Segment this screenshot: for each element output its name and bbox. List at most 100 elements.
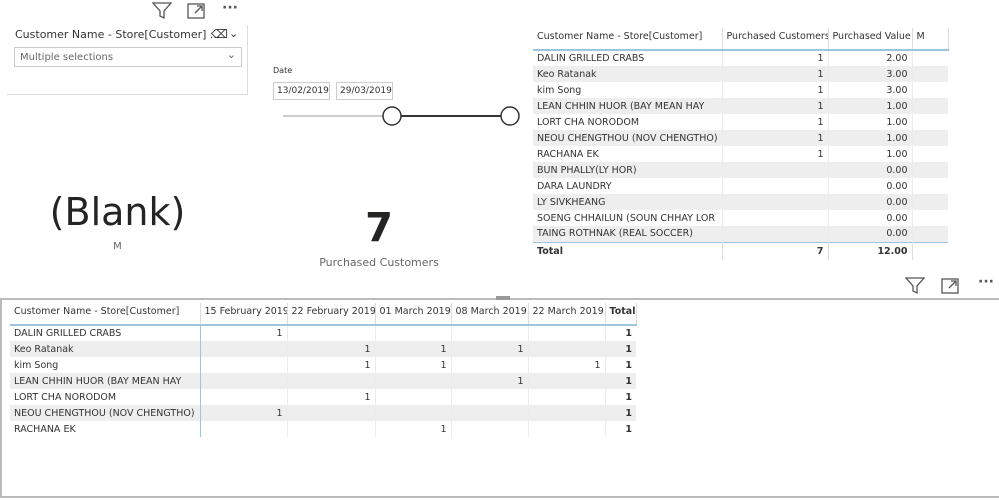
table-row: DALIN GRILLED CRABS 1 2.00 <box>533 50 948 66</box>
table-cell <box>912 50 948 66</box>
matrix-cell: 1 <box>528 357 606 373</box>
matrix-column-header[interactable]: Customer Name - Store[Customer] <box>10 303 201 326</box>
focus-mode-icon[interactable] <box>187 2 205 23</box>
matrix-cell: 1 <box>375 357 452 373</box>
table-cell: 1 <box>722 146 829 162</box>
date-end-input[interactable]: 29/03/2019 <box>336 82 393 100</box>
customer-slicer: Customer Name - Store[Customer] ... ⌫ ⌄ … <box>7 25 248 95</box>
matrix-cell <box>528 341 606 357</box>
matrix-cell: 1 <box>287 389 376 405</box>
table-cell: 3.00 <box>828 66 913 82</box>
table-cell: 1.00 <box>828 114 913 130</box>
matrix-cell: 1 <box>625 391 632 403</box>
matrix-cell: 1 <box>625 423 632 435</box>
matrix-cell <box>528 389 606 405</box>
table-cell <box>912 162 948 178</box>
column-header[interactable]: M <box>912 28 949 51</box>
total-cell: Total <box>533 241 723 260</box>
column-header[interactable]: Purchased Customers <box>722 28 829 51</box>
matrix-table: Customer Name - Store[Customer] 15 Februa… <box>10 303 637 437</box>
matrix-cell <box>528 421 606 437</box>
matrix-cell: 1 <box>287 341 376 357</box>
matrix-cell: LEAN CHHIN HUOR (BAY MEAN HAY <box>10 373 201 389</box>
matrix-cell: 1 <box>451 373 529 389</box>
table-cell: TAING ROTHNAK (REAL SOCCER) <box>533 226 723 242</box>
table-row: LY SIVKHEANG 0.00 <box>533 194 948 210</box>
table-row: RACHANA EK 1 1.00 <box>533 146 948 162</box>
table-row: LEAN CHHIN HUOR (BAY MEAN HAY 1 1.00 <box>533 98 948 114</box>
table-row: BUN PHALLY(LY HOR) 0.00 <box>533 162 948 178</box>
slider-handle-end[interactable] <box>500 106 520 126</box>
customers-card-value: 7 <box>365 205 393 251</box>
resize-handle[interactable] <box>496 296 510 300</box>
table-row: LORT CHA NORODOM 1 1.00 <box>533 114 948 130</box>
matrix-cell <box>200 389 288 405</box>
matrix-row: NEOU CHENGTHOU (NOV CHENGTHO) 1 1 <box>10 405 636 421</box>
date-range-slider[interactable] <box>280 105 520 129</box>
date-start-input[interactable]: 13/02/2019 <box>273 82 330 100</box>
table-cell <box>912 98 948 114</box>
table-cell <box>912 178 948 194</box>
matrix-cell <box>375 325 452 341</box>
matrix-column-header[interactable]: Total <box>605 303 637 326</box>
matrix-cell <box>200 341 288 357</box>
matrix-cell: NEOU CHENGTHOU (NOV CHENGTHO) <box>10 405 201 421</box>
matrix-column-header[interactable]: 08 March 2019 <box>451 303 529 326</box>
matrix-column-header[interactable]: 15 February 2019 <box>200 303 288 326</box>
table-cell: DALIN GRILLED CRABS <box>533 50 723 66</box>
slider-handle-start[interactable] <box>382 106 402 126</box>
total-row: Total 7 12.00 <box>533 241 948 260</box>
table-cell: 1.00 <box>828 98 913 114</box>
matrix-cell: 1 <box>287 357 376 373</box>
table-cell: 0.00 <box>828 178 913 194</box>
table-row: TAING ROTHNAK (REAL SOCCER) 0.00 <box>533 226 948 242</box>
matrix-column-header[interactable]: 22 February 2019 <box>287 303 376 326</box>
table-cell: NEOU CHENGTHOU (NOV CHENGTHO) <box>533 130 723 146</box>
table-cell <box>722 210 829 226</box>
table-row: kim Song 1 3.00 <box>533 82 948 98</box>
matrix-column-header[interactable]: 22 March 2019 <box>528 303 606 326</box>
matrix-cell <box>287 325 376 341</box>
table-cell: 0.00 <box>828 210 913 226</box>
table-cell: BUN PHALLY(LY HOR) <box>533 162 723 178</box>
column-header[interactable]: Customer Name - Store[Customer] <box>533 28 723 51</box>
table-cell: 1 <box>722 114 829 130</box>
matrix-cell <box>451 405 529 421</box>
matrix-column-header[interactable]: 01 March 2019 <box>375 303 452 326</box>
table-cell: 1 <box>722 50 829 66</box>
matrix-cell: Keo Ratanak <box>10 341 201 357</box>
eraser-icon[interactable]: ⌫ <box>211 27 228 41</box>
table-row: Keo Ratanak 1 3.00 <box>533 66 948 82</box>
table-cell <box>912 82 948 98</box>
customers-card-label: Purchased Customers <box>319 256 439 269</box>
matrix-cell: DALIN GRILLED CRABS <box>10 325 201 341</box>
more-options-icon[interactable]: ··· <box>978 274 994 290</box>
table-row: DARA LAUNDRY 0.00 <box>533 178 948 194</box>
table-cell: 2.00 <box>828 50 913 66</box>
table-cell: 1 <box>722 82 829 98</box>
more-options-icon[interactable]: ··· <box>222 0 238 16</box>
focus-mode-icon[interactable] <box>941 277 959 298</box>
table-cell <box>912 194 948 210</box>
matrix-cell: 1 <box>625 359 632 371</box>
matrix-cell: 1 <box>451 341 529 357</box>
column-header[interactable]: Purchased Value <box>828 28 913 51</box>
table-cell <box>912 226 948 242</box>
table-cell <box>722 178 829 194</box>
blank-card-label: M <box>113 241 122 252</box>
table-cell: 1 <box>722 130 829 146</box>
matrix-cell: 1 <box>605 405 636 421</box>
slicer-dropdown[interactable]: Multiple selections ⌄ <box>14 47 242 67</box>
table-cell: LORT CHA NORODOM <box>533 114 723 130</box>
table-cell <box>912 66 948 82</box>
chevron-down-icon[interactable]: ⌄ <box>229 27 238 40</box>
table-row: NEOU CHENGTHOU (NOV CHENGTHO) 1 1.00 <box>533 130 948 146</box>
matrix-cell <box>200 373 288 389</box>
matrix-row: LEAN CHHIN HUOR (BAY MEAN HAY 1 1 <box>10 373 636 389</box>
table-cell: 1 <box>722 66 829 82</box>
table-cell: 1.00 <box>828 146 913 162</box>
filter-icon[interactable] <box>151 2 173 23</box>
blank-card-value: (Blank) <box>49 190 186 234</box>
filter-icon[interactable] <box>904 277 926 298</box>
table-cell: 0.00 <box>828 226 913 242</box>
